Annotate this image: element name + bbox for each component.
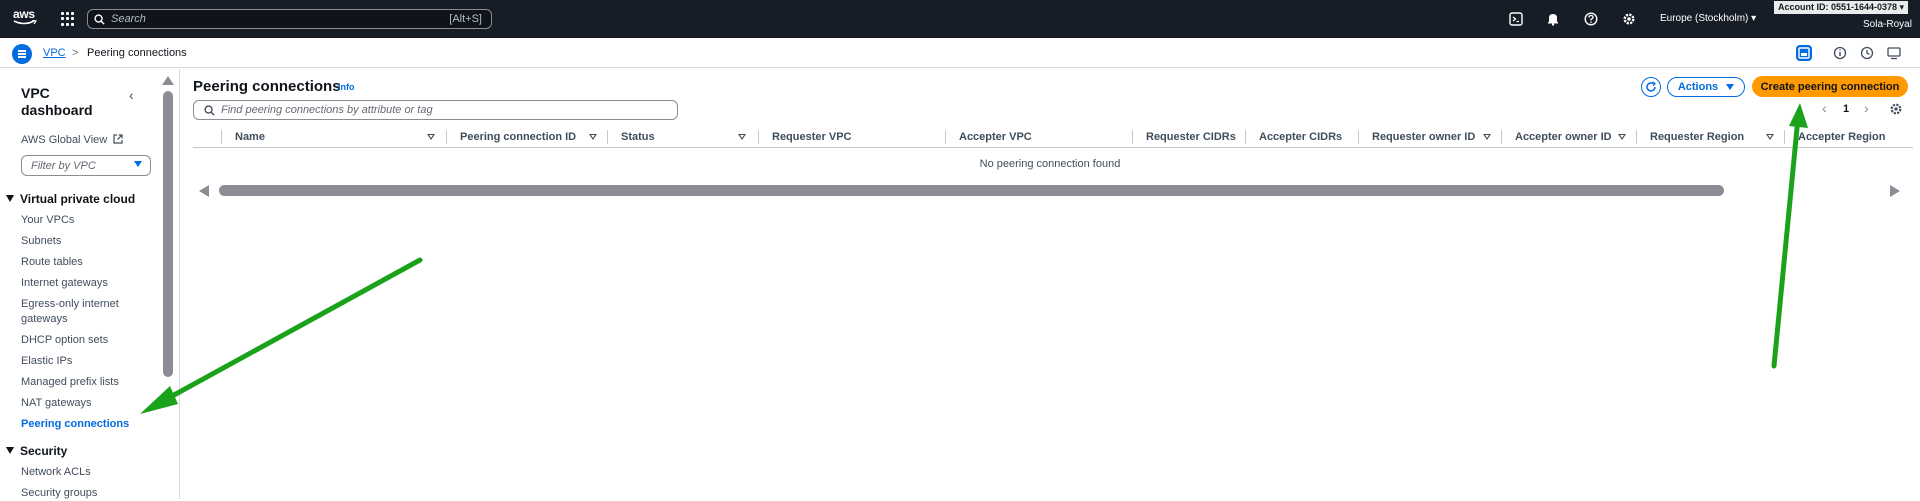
sort-icon[interactable] [1483,134,1491,140]
column-header-accepter-vpc[interactable]: Accepter VPC [959,131,1032,143]
pagination-prev-icon[interactable]: ‹ [1822,100,1827,116]
column-divider[interactable] [607,130,608,144]
annotation-arrow-to-peering-connections [140,257,423,414]
expand-triangle-icon [6,195,14,202]
info-link[interactable]: Info [338,82,355,92]
table-scroll-left-arrow[interactable] [199,185,209,197]
sidebar-scroll-up-arrow[interactable] [162,76,174,85]
help-icon[interactable] [1584,12,1598,26]
sidebar-navigation: VPC dashboard ‹ AWS Global View Filter b… [0,69,180,499]
sidebar-item-managed-prefix-lists[interactable]: Managed prefix lists [21,375,131,390]
peering-search-input[interactable]: Find peering connections by attribute or… [193,100,678,120]
panel-layout-icon[interactable] [1796,45,1812,61]
account-id-menu[interactable]: Account ID: 0551-1644-0378 ▾ [1774,1,1909,14]
table-preferences-gear-icon[interactable] [1889,102,1903,116]
settings-gear-icon[interactable] [1622,12,1636,26]
column-header-requester-owner-id[interactable]: Requester owner ID [1372,131,1475,143]
column-header-requester-region[interactable]: Requester Region [1650,131,1744,143]
sort-icon[interactable] [1766,134,1774,140]
info-panel-icon[interactable] [1832,45,1848,61]
column-divider[interactable] [1245,130,1246,144]
side-menu-toggle-button[interactable] [12,44,32,64]
sidebar-collapse-icon[interactable]: ‹ [129,87,134,103]
actions-label: Actions [1677,81,1719,93]
caret-down-icon [1726,84,1735,90]
expand-triangle-icon [6,447,14,454]
column-header-accepter-region[interactable]: Accepter Region [1798,131,1885,143]
breadcrumb-current: Peering connections [87,47,187,59]
create-peering-connection-button[interactable]: Create peering connection [1752,76,1908,97]
pagination-next-icon[interactable]: › [1864,100,1869,116]
column-header-peering-connection-id[interactable]: Peering connection ID [460,131,576,143]
sidebar-item-network-acls[interactable]: Network ACLs [21,465,131,480]
column-header-accepter-cidrs[interactable]: Accepter CIDRs [1259,131,1342,143]
external-link-icon [113,134,123,144]
sidebar-section-virtual-private-cloud[interactable]: Virtual private cloud [6,192,135,206]
column-divider[interactable] [945,130,946,144]
sidebar-title[interactable]: VPC dashboard [21,85,121,119]
sidebar-item-egress-only-internet-gateways[interactable]: Egress-only internet gateways [21,297,131,327]
table-scroll-right-arrow[interactable] [1890,185,1900,197]
refresh-button[interactable] [1641,77,1661,97]
table-horizontal-scrollbar-thumb[interactable] [219,185,1724,196]
sidebar-item-dhcp-option-sets[interactable]: DHCP option sets [21,333,131,348]
sidebar-section-security[interactable]: Security [6,444,67,458]
search-shortcut-hint: [Alt+S] [449,13,482,25]
sidebar-item-your-vpcs[interactable]: Your VPCs [21,213,131,228]
column-header-accepter-owner-id[interactable]: Accepter owner ID [1515,131,1612,143]
column-header-status[interactable]: Status [621,131,655,143]
sidebar-item-elastic-ips[interactable]: Elastic IPs [21,354,131,369]
global-search-placeholder: Search [111,13,146,25]
top-navigation-bar: aws Search [Alt+S] Europe (Stockholm) ▾ [0,0,1920,38]
column-divider[interactable] [1358,130,1359,144]
aws-logo-text: aws [13,7,35,21]
table-header: Name Peering connection ID Status Reques… [193,126,1913,148]
annotation-arrows [140,103,1808,414]
sidebar-item-nat-gateways[interactable]: NAT gateways [21,396,131,411]
actions-dropdown-button[interactable]: Actions [1667,77,1745,97]
sidebar-item-internet-gateways[interactable]: Internet gateways [21,276,131,291]
global-search-input[interactable]: Search [Alt+S] [87,9,492,29]
notifications-bell-icon[interactable] [1546,12,1560,26]
column-divider[interactable] [1784,130,1785,144]
sidebar-item-subnets[interactable]: Subnets [21,234,131,249]
region-selector[interactable]: Europe (Stockholm) ▾ [1660,13,1756,24]
column-divider[interactable] [1501,130,1502,144]
column-header-requester-cidrs[interactable]: Requester CIDRs [1146,131,1236,143]
services-grid-icon[interactable] [61,12,75,26]
user-name[interactable]: Sola-Royal [1863,19,1912,30]
sort-icon[interactable] [427,134,435,140]
breadcrumb-vpc-link[interactable]: VPC [43,47,66,59]
column-divider[interactable] [758,130,759,144]
sidebar-item-peering-connections[interactable]: Peering connections [21,417,131,432]
sidebar-item-route-tables[interactable]: Route tables [21,255,131,270]
monitor-icon[interactable] [1886,45,1902,61]
column-divider [221,130,222,144]
column-header-name[interactable]: Name [235,131,265,143]
sort-icon[interactable] [738,134,746,140]
table-empty-message: No peering connection found [979,158,1121,170]
search-icon [204,104,215,116]
peering-search-placeholder: Find peering connections by attribute or… [221,104,433,116]
aws-logo[interactable]: aws [13,8,37,28]
sidebar-item-aws-global-view[interactable]: AWS Global View [21,134,123,146]
search-icon [94,13,105,25]
column-header-requester-vpc[interactable]: Requester VPC [772,131,851,143]
aws-smile-icon [13,20,37,25]
column-divider[interactable] [1132,130,1133,144]
column-divider[interactable] [1636,130,1637,144]
cloudshell-icon[interactable] [1509,12,1523,26]
global-view-label: AWS Global View [21,134,108,146]
history-icon[interactable] [1859,45,1875,61]
column-divider[interactable] [446,130,447,144]
sidebar-scrollbar-thumb[interactable] [163,91,173,377]
breadcrumb-separator: > [72,47,79,59]
breadcrumb-bar: VPC > Peering connections [0,38,1920,68]
pagination-page-number[interactable]: 1 [1843,103,1849,115]
refresh-icon [1646,81,1656,92]
sort-icon[interactable] [1618,134,1626,140]
sort-icon[interactable] [589,134,597,140]
page-title: Peering connections [193,78,341,95]
